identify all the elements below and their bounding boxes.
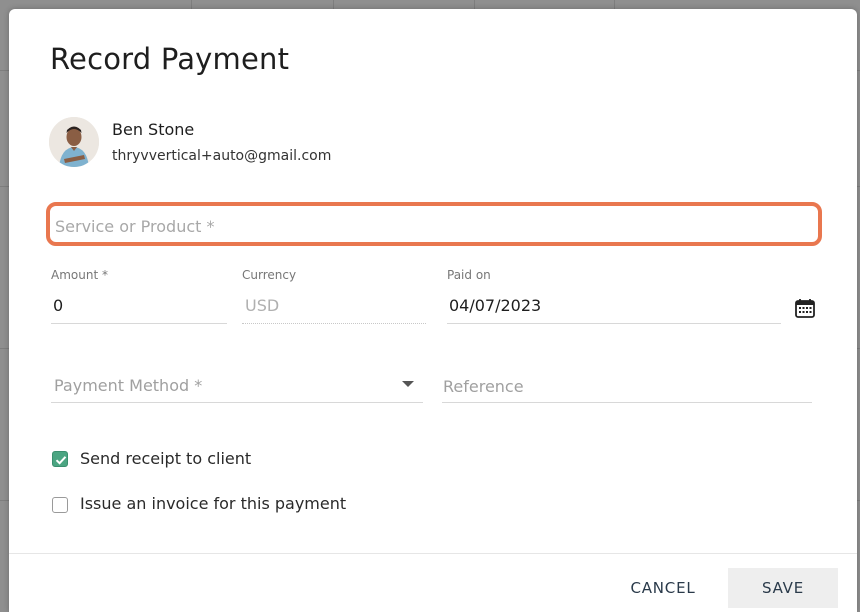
cancel-button[interactable]: CANCEL bbox=[613, 572, 713, 604]
paid-on-input[interactable]: 04/07/2023 bbox=[449, 296, 541, 315]
calendar-icon[interactable] bbox=[794, 297, 816, 319]
dialog-title: Record Payment bbox=[50, 42, 290, 76]
record-payment-dialog: Record Payment Ben Stone thryvvertical+a… bbox=[9, 9, 857, 612]
send-receipt-label[interactable]: Send receipt to client bbox=[80, 449, 251, 468]
paid-on-underline bbox=[447, 323, 781, 324]
payment-method-select[interactable]: Payment Method * bbox=[54, 376, 202, 395]
client-email: thryvvertical+auto@gmail.com bbox=[112, 148, 332, 164]
footer-divider bbox=[9, 553, 857, 554]
currency-underline bbox=[242, 323, 426, 324]
send-receipt-checkbox[interactable] bbox=[52, 451, 68, 467]
paid-on-label: Paid on bbox=[447, 268, 491, 282]
currency-label: Currency bbox=[242, 268, 297, 282]
chevron-down-icon[interactable] bbox=[402, 381, 414, 387]
avatar-image bbox=[49, 117, 99, 167]
issue-invoice-checkbox[interactable] bbox=[52, 497, 68, 513]
client-avatar bbox=[49, 117, 99, 167]
payment-method-underline bbox=[51, 402, 423, 403]
reference-input[interactable]: Reference bbox=[443, 377, 524, 396]
currency-value: USD bbox=[245, 296, 280, 315]
amount-underline bbox=[51, 323, 227, 324]
service-or-product-input[interactable] bbox=[55, 217, 795, 236]
amount-input[interactable]: 0 bbox=[53, 296, 63, 315]
client-name: Ben Stone bbox=[112, 120, 195, 139]
checkmark-icon bbox=[55, 456, 67, 465]
reference-underline bbox=[442, 402, 812, 403]
amount-label: Amount * bbox=[51, 268, 108, 282]
issue-invoice-label[interactable]: Issue an invoice for this payment bbox=[80, 494, 346, 513]
save-button[interactable]: SAVE bbox=[728, 568, 838, 608]
